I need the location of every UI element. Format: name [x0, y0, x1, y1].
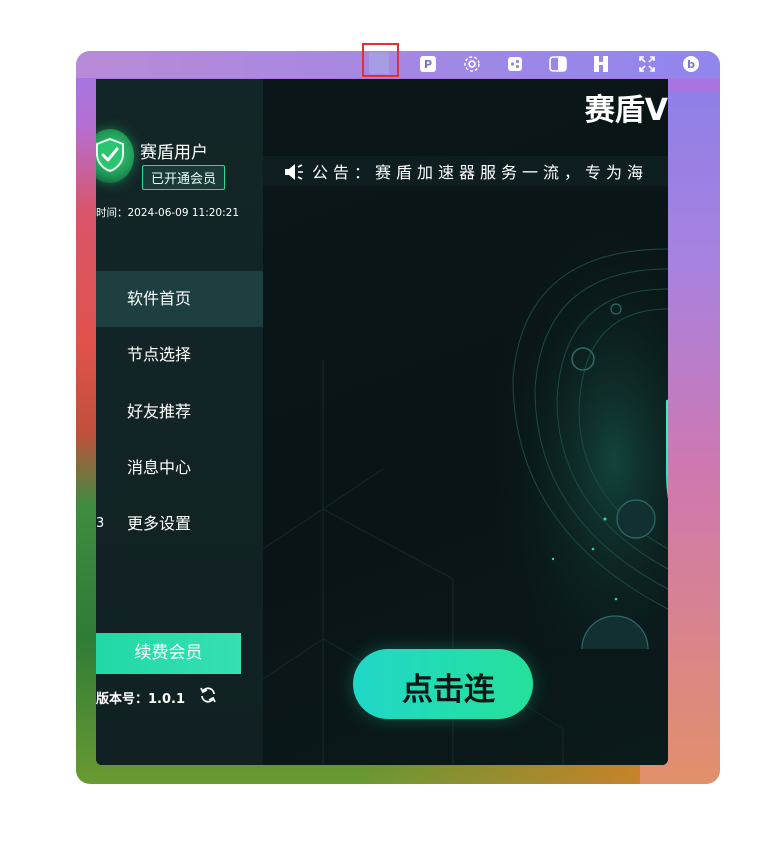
circle-b-icon[interactable]: b	[680, 53, 702, 75]
brand-title: 赛盾V	[584, 93, 668, 128]
settings-icon-fragment: 3	[96, 516, 105, 531]
sidebar: 赛盾用户 已开通会员 时间：2024-06-09 11:20:21 软件首页 节…	[96, 79, 263, 765]
expand-icon[interactable]	[636, 53, 658, 75]
refresh-icon[interactable]	[199, 686, 217, 704]
sidebar-item-friends[interactable]: 好友推荐	[96, 384, 263, 440]
renew-membership-button[interactable]: 续费会员	[96, 633, 241, 674]
bookmark-grid-icon[interactable]	[590, 53, 612, 75]
sidebar-item-nodes[interactable]: 节点选择	[96, 327, 263, 383]
membership-expire-time: 时间：2024-06-09 11:20:21	[96, 207, 240, 219]
sidebar-item-messages[interactable]: 消息中心	[96, 440, 263, 496]
p-badge-glyph: P	[420, 56, 436, 72]
p-badge-icon[interactable]: P	[417, 53, 439, 75]
gear-flower-icon[interactable]	[461, 53, 483, 75]
sidebar-item-settings[interactable]: 3 更多设置	[96, 496, 263, 552]
sidebar-item-settings-label: 更多设置	[127, 514, 192, 533]
username: 赛盾用户	[140, 143, 208, 163]
contrast-icon[interactable]	[547, 53, 569, 75]
shield-check-icon	[96, 137, 124, 173]
shield-lightning-icon	[453, 229, 668, 649]
app-window: 赛盾用户 已开通会员 时间：2024-06-09 11:20:21 软件首页 节…	[96, 79, 668, 765]
selection-highlight	[362, 43, 399, 77]
dots-square-icon[interactable]	[504, 53, 526, 75]
version-label: 版本号：1.0.1	[96, 692, 186, 707]
speaker-icon	[285, 164, 303, 180]
circle-b-glyph: b	[683, 56, 699, 72]
sidebar-item-home[interactable]: 软件首页	[96, 271, 263, 327]
connect-button-label: 点击连	[402, 672, 495, 708]
vip-status-badge: 已开通会员	[142, 165, 226, 190]
announcement-text: 公告：赛盾加速器服务一流，专为海	[312, 163, 649, 182]
avatar[interactable]	[96, 129, 134, 183]
